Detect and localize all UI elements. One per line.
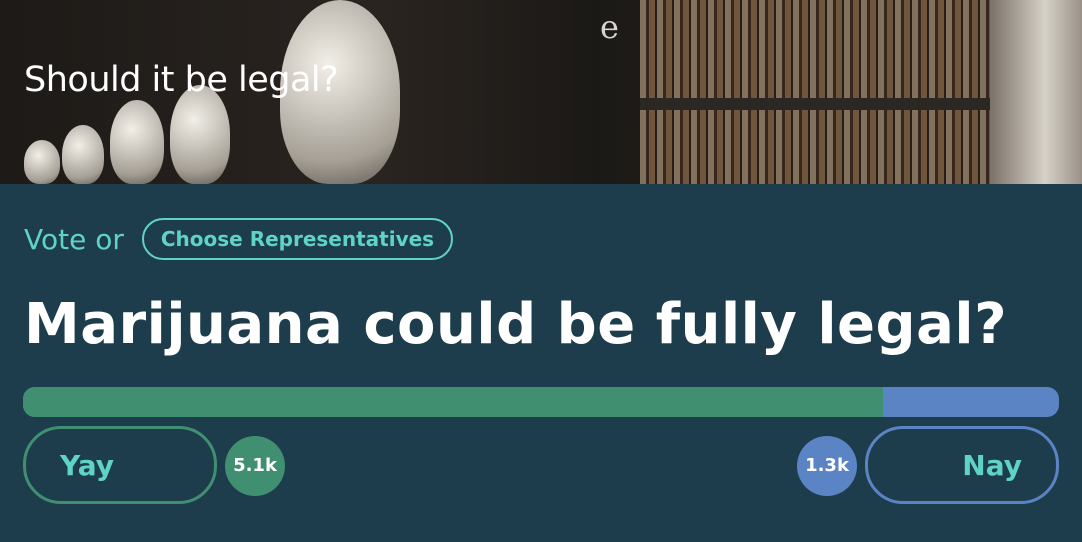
nay-button[interactable]: Nay: [865, 426, 1059, 504]
yay-bar-fill: [23, 387, 883, 417]
choose-representatives-button[interactable]: Choose Representatives: [141, 218, 454, 260]
shelf-letter: e: [600, 8, 619, 46]
bust-3: [110, 100, 164, 184]
shelf-divider: [640, 98, 1020, 110]
vote-label: Vote or: [24, 222, 124, 256]
result-bar: [23, 387, 1059, 417]
bust-2: [62, 125, 104, 184]
header-image: e Should it be legal?: [0, 0, 1082, 184]
ladder-wall: [990, 0, 1082, 184]
yay-count-badge: 5.1k: [225, 436, 285, 496]
vote-row: Vote or Choose Representatives: [24, 216, 454, 262]
yay-button[interactable]: Yay: [23, 426, 217, 504]
page-title: Should it be legal?: [24, 60, 339, 100]
bookshelf: [640, 0, 1020, 184]
nay-bar-fill: [883, 387, 1059, 417]
bust-1: [24, 140, 60, 184]
nay-count-badge: 1.3k: [797, 436, 857, 496]
question-title: Marijuana could be fully legal?: [24, 292, 1008, 357]
